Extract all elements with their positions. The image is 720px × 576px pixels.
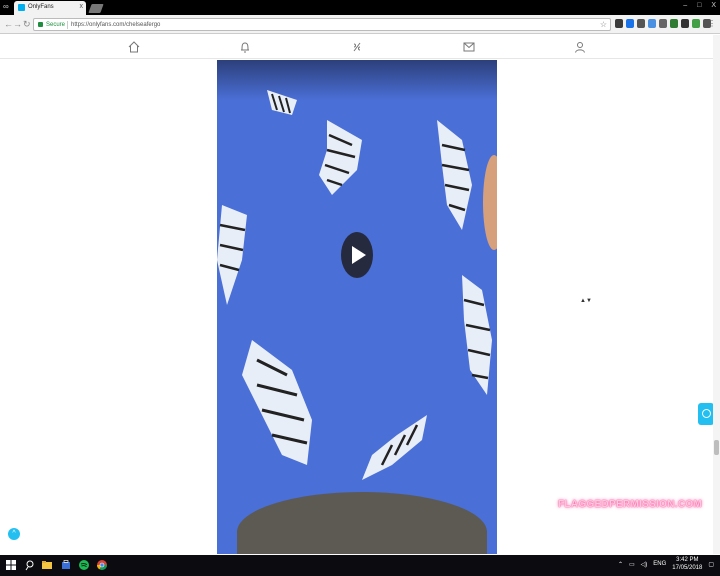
browser-tab[interactable]: OnlyFans x <box>14 1 86 15</box>
video-frame-skin <box>483 155 497 250</box>
page-scrollbar[interactable] <box>713 35 720 554</box>
extension-icon[interactable] <box>659 19 667 28</box>
maximize-button[interactable]: □ <box>697 0 701 12</box>
extension-icon[interactable] <box>615 19 623 28</box>
secure-label: Secure <box>46 22 66 28</box>
browser-menu-icon[interactable]: ⋮ <box>708 18 716 30</box>
zebra-pattern-6 <box>242 340 312 465</box>
file-explorer-icon[interactable] <box>41 559 53 571</box>
site-nav <box>0 35 713 59</box>
language-indicator[interactable]: ENG <box>653 561 666 567</box>
reload-button[interactable]: ↻ <box>23 18 31 30</box>
play-button[interactable] <box>341 232 373 278</box>
clock-time: 3:42 PM <box>676 557 699 563</box>
windows-start-icon[interactable] <box>5 559 17 571</box>
windows-taskbar: ⌃ ▭ ◁) ENG 3:42 PM 17/05/2018 ▢ <box>0 555 720 576</box>
window-controls: – □ X <box>683 0 716 12</box>
bookmark-star-icon[interactable]: ☆ <box>600 19 607 30</box>
zebra-pattern-2 <box>319 120 362 195</box>
zebra-pattern-3 <box>437 120 472 230</box>
clock[interactable]: 3:42 PM 17/05/2018 <box>672 556 702 572</box>
screen: ∞ OnlyFans x – □ X ← → ↻ Secure https://… <box>0 0 720 576</box>
address-bar[interactable]: Secure https://onlyfans.com/chelseafergo… <box>33 18 611 31</box>
browser-toolbar: ← → ↻ Secure https://onlyfans.com/chelse… <box>0 15 720 34</box>
extension-icon[interactable] <box>648 19 656 28</box>
extension-icons <box>615 19 711 28</box>
url-text[interactable]: https://onlyfans.com/chelseafergo <box>71 20 160 30</box>
watermark: FLAGGEDPERMISSION.COM <box>558 499 703 510</box>
scroll-to-top-button[interactable]: ^ <box>8 528 20 540</box>
zebra-pattern-5 <box>462 275 492 395</box>
new-tab-button[interactable] <box>88 4 104 13</box>
messages-icon[interactable] <box>462 40 476 54</box>
close-window-button[interactable]: X <box>711 0 716 12</box>
video-frame-bottom <box>237 492 487 554</box>
search-icon[interactable] <box>24 559 36 571</box>
notifications-icon[interactable] <box>238 40 252 54</box>
profile-icon[interactable] <box>573 40 587 54</box>
spotify-icon[interactable] <box>78 559 90 571</box>
tray-chevron-icon[interactable]: ⌃ <box>618 561 623 568</box>
lifebuoy-icon <box>702 409 711 418</box>
store-icon[interactable] <box>60 559 72 571</box>
volume-icon[interactable]: ◁) <box>641 561 648 568</box>
scrollbar-thumb[interactable] <box>714 440 719 455</box>
forward-button[interactable]: → <box>13 18 22 30</box>
clock-date: 17/05/2018 <box>672 565 703 571</box>
extension-icon[interactable] <box>692 19 700 28</box>
network-icon[interactable]: ▭ <box>629 561 635 568</box>
zebra-pattern-7 <box>362 415 427 480</box>
notifications-center-icon[interactable]: ▢ <box>708 561 714 568</box>
play-icon <box>352 246 366 264</box>
zebra-pattern-1 <box>267 90 297 115</box>
browser-titlebar: ∞ OnlyFans x – □ X <box>0 0 720 15</box>
video-player[interactable] <box>217 60 497 554</box>
extension-icon[interactable] <box>670 19 678 28</box>
system-tray: ⌃ ▭ ◁) ENG 3:42 PM 17/05/2018 ▢ <box>618 556 714 572</box>
tab-close-icon[interactable]: x <box>80 2 84 12</box>
minimize-button[interactable]: – <box>683 0 687 12</box>
scroll-indicator-icon: ▲▼ <box>580 298 592 304</box>
discover-icon[interactable] <box>350 40 364 54</box>
extension-icon[interactable] <box>681 19 689 28</box>
address-separator <box>67 21 68 29</box>
chrome-icon[interactable] <box>96 559 108 571</box>
extension-icon[interactable] <box>626 19 634 28</box>
incognito-icon: ∞ <box>3 2 9 11</box>
chat-widget-button[interactable] <box>698 403 714 425</box>
back-button[interactable]: ← <box>4 18 13 30</box>
zebra-pattern-4 <box>217 205 247 305</box>
lock-icon <box>38 22 43 27</box>
home-icon[interactable] <box>127 40 141 54</box>
extension-icon[interactable] <box>637 19 645 28</box>
tab-title: OnlyFans <box>28 4 54 10</box>
onlyfans-favicon-icon <box>18 4 25 11</box>
